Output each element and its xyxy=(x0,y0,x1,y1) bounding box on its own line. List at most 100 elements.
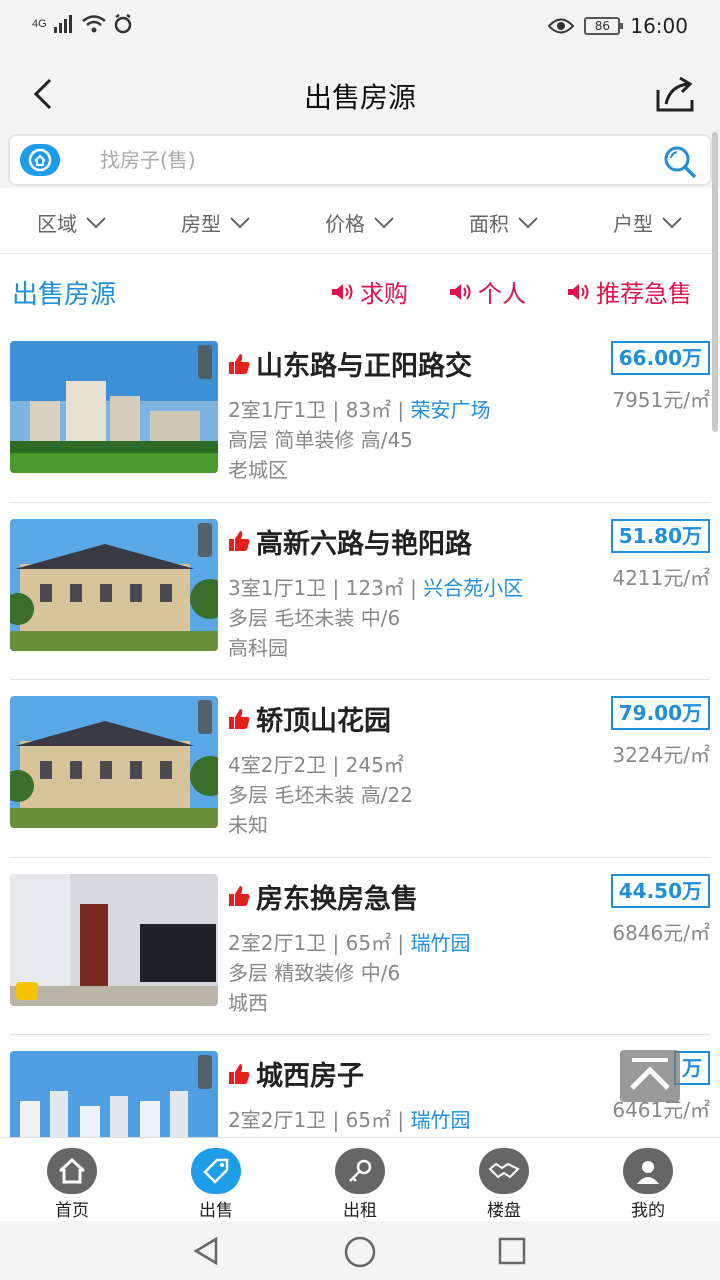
listing-district: 老城区 xyxy=(228,458,288,482)
status-bar: 4G 86 16:00 xyxy=(0,0,720,56)
layout-text: 3室1厅1卫 | 123㎡ | xyxy=(228,575,424,600)
layout-text: 4室2厅2卫 | 245㎡ xyxy=(228,753,404,777)
listing-title: 高新六路与艳阳路 xyxy=(256,528,472,560)
status-right: 86 16:00 xyxy=(548,14,688,38)
share-icon xyxy=(656,76,694,112)
network-label: 4G xyxy=(32,18,47,30)
filter-label: 价格 xyxy=(325,212,365,236)
filter-layout[interactable]: 户型 xyxy=(576,192,720,253)
battery-indicator: 86 xyxy=(584,17,624,35)
user-icon xyxy=(623,1148,673,1194)
watermark-tag xyxy=(198,522,212,557)
page-title: 出售房源 xyxy=(303,81,416,114)
thumbs-up-icon xyxy=(229,886,250,906)
total-price: 66.00万 xyxy=(610,341,710,375)
watermark-tag xyxy=(198,345,212,379)
filter-label: 面积 xyxy=(469,212,509,236)
listing-detail: 高层 简单装修 高/45 xyxy=(228,428,413,452)
chevron-down-icon xyxy=(374,216,394,228)
nav-sale[interactable]: 出售 xyxy=(144,1138,288,1221)
listing-title: 城西房子 xyxy=(256,1061,364,1092)
community-link[interactable]: 荣安广场 xyxy=(411,398,491,422)
handshake-icon xyxy=(479,1148,529,1194)
listing-detail: 多层 毛坯未装 中/6 xyxy=(228,605,401,630)
filter-label: 区域 xyxy=(37,212,77,236)
filter-label: 户型 xyxy=(613,212,653,236)
alarm-icon xyxy=(114,14,131,34)
nav-rent[interactable]: 出租 xyxy=(288,1138,432,1221)
nav-label: 我的 xyxy=(631,1201,665,1221)
section-header: 出售房源 求购 个人 推荐急售 xyxy=(0,258,720,324)
thumbs-up-icon xyxy=(229,708,250,729)
community-link[interactable]: 瑞竹园 xyxy=(411,931,471,955)
share-button[interactable] xyxy=(654,74,698,114)
scroll-to-top-button[interactable] xyxy=(620,1050,680,1102)
listing-title-row: 轿顶山花园 xyxy=(228,699,391,738)
listing-district: 城西 xyxy=(228,990,268,1015)
listing-item[interactable]: 轿顶山花园 4室2厅2卫 | 245㎡ 多层 毛坯未装 高/22 未知 79.0… xyxy=(0,679,720,857)
listing-photo xyxy=(10,341,218,473)
listing-detail: 多层 毛坯未装 高/22 xyxy=(228,783,413,807)
nav-buildings[interactable]: 楼盘 xyxy=(432,1138,576,1221)
filter-room-type[interactable]: 房型 xyxy=(144,192,288,253)
tag-wanted[interactable]: 求购 xyxy=(330,274,408,309)
home-icon xyxy=(47,1148,97,1194)
community-link[interactable]: 兴合苑小区 xyxy=(423,576,523,600)
listing-layout: 2室1厅1卫 | 83㎡ | 荣安广场 xyxy=(228,394,491,423)
listing-title-row: 城西房子 xyxy=(228,1054,364,1093)
listing-detail: 多层 精致装修 中/6 xyxy=(228,960,401,985)
price-tag-icon xyxy=(191,1148,241,1194)
listing-title: 房东换房急售 xyxy=(256,883,418,915)
listing-item[interactable]: 高新六路与艳阳路 3室1厅1卫 | 123㎡ | 兴合苑小区 多层 毛坯未装 中… xyxy=(0,501,720,680)
camera-icon xyxy=(16,981,38,1000)
scrollbar[interactable] xyxy=(712,132,718,432)
filter-label: 房型 xyxy=(181,212,221,236)
key-icon xyxy=(335,1148,385,1194)
search-input[interactable] xyxy=(100,142,640,178)
listing-district: 未知 xyxy=(228,813,268,837)
listing-item[interactable]: 山东路与正阳路交 2室1厅1卫 | 83㎡ | 荣安广场 高层 简单装修 高/4… xyxy=(0,324,720,502)
total-price: 44.50万 xyxy=(610,873,710,908)
listing-item[interactable]: 城西房子 2室2厅1卫 | 65㎡ | 瑞竹园 万 6461元/㎡ xyxy=(0,1034,720,1138)
nav-home[interactable]: 首页 xyxy=(0,1138,144,1221)
watermark-tag xyxy=(198,1055,212,1089)
unit-price: 4211元/㎡ xyxy=(612,565,710,590)
watermark-tag xyxy=(198,700,212,734)
system-back-icon[interactable] xyxy=(190,1235,222,1267)
unit-price: 3224元/㎡ xyxy=(612,743,710,767)
filter-bar: 区域 房型 价格 面积 户型 xyxy=(0,192,720,254)
nav-label: 出租 xyxy=(343,1201,377,1221)
listing-title: 轿顶山花园 xyxy=(256,706,391,737)
chevron-down-icon xyxy=(518,216,538,228)
signal-icon xyxy=(53,15,72,33)
layout-text: 2室1厅1卫 | 83㎡ | xyxy=(228,398,411,422)
system-home-icon[interactable] xyxy=(343,1235,377,1269)
section-title: 出售房源 xyxy=(12,280,117,310)
unit-price: 7951元/㎡ xyxy=(612,388,710,412)
listing-photo xyxy=(10,518,218,651)
wifi-icon xyxy=(81,15,106,33)
search-box[interactable] xyxy=(8,134,712,186)
listing-photo xyxy=(10,873,218,1006)
tag-individual[interactable]: 个人 xyxy=(448,274,526,309)
nav-label: 首页 xyxy=(55,1201,89,1221)
tag-recommended-urgent[interactable]: 推荐急售 xyxy=(566,274,692,309)
filter-area[interactable]: 面积 xyxy=(432,192,576,253)
total-price: 51.80万 xyxy=(610,518,710,553)
speaker-icon xyxy=(450,283,471,300)
listing-title-row: 高新六路与艳阳路 xyxy=(228,522,472,561)
system-recents-icon[interactable] xyxy=(497,1236,527,1266)
search-icon[interactable] xyxy=(662,144,698,180)
listing-item[interactable]: 房东换房急售 2室2厅1卫 | 65㎡ | 瑞竹园 多层 精致装修 中/6 城西… xyxy=(0,856,720,1035)
nav-mine[interactable]: 我的 xyxy=(576,1138,720,1221)
unit-price: 6846元/㎡ xyxy=(612,920,710,945)
thumbs-up-icon xyxy=(229,1063,250,1084)
listing-title: 山东路与正阳路交 xyxy=(256,351,472,382)
community-link[interactable]: 瑞竹园 xyxy=(411,1108,471,1132)
thumbs-up-icon xyxy=(229,531,250,551)
filter-district[interactable]: 区域 xyxy=(0,192,144,253)
listing-photo xyxy=(10,1051,218,1138)
chevron-down-icon xyxy=(662,216,682,228)
listing-district: 高科园 xyxy=(228,635,288,660)
filter-price[interactable]: 价格 xyxy=(288,192,432,253)
